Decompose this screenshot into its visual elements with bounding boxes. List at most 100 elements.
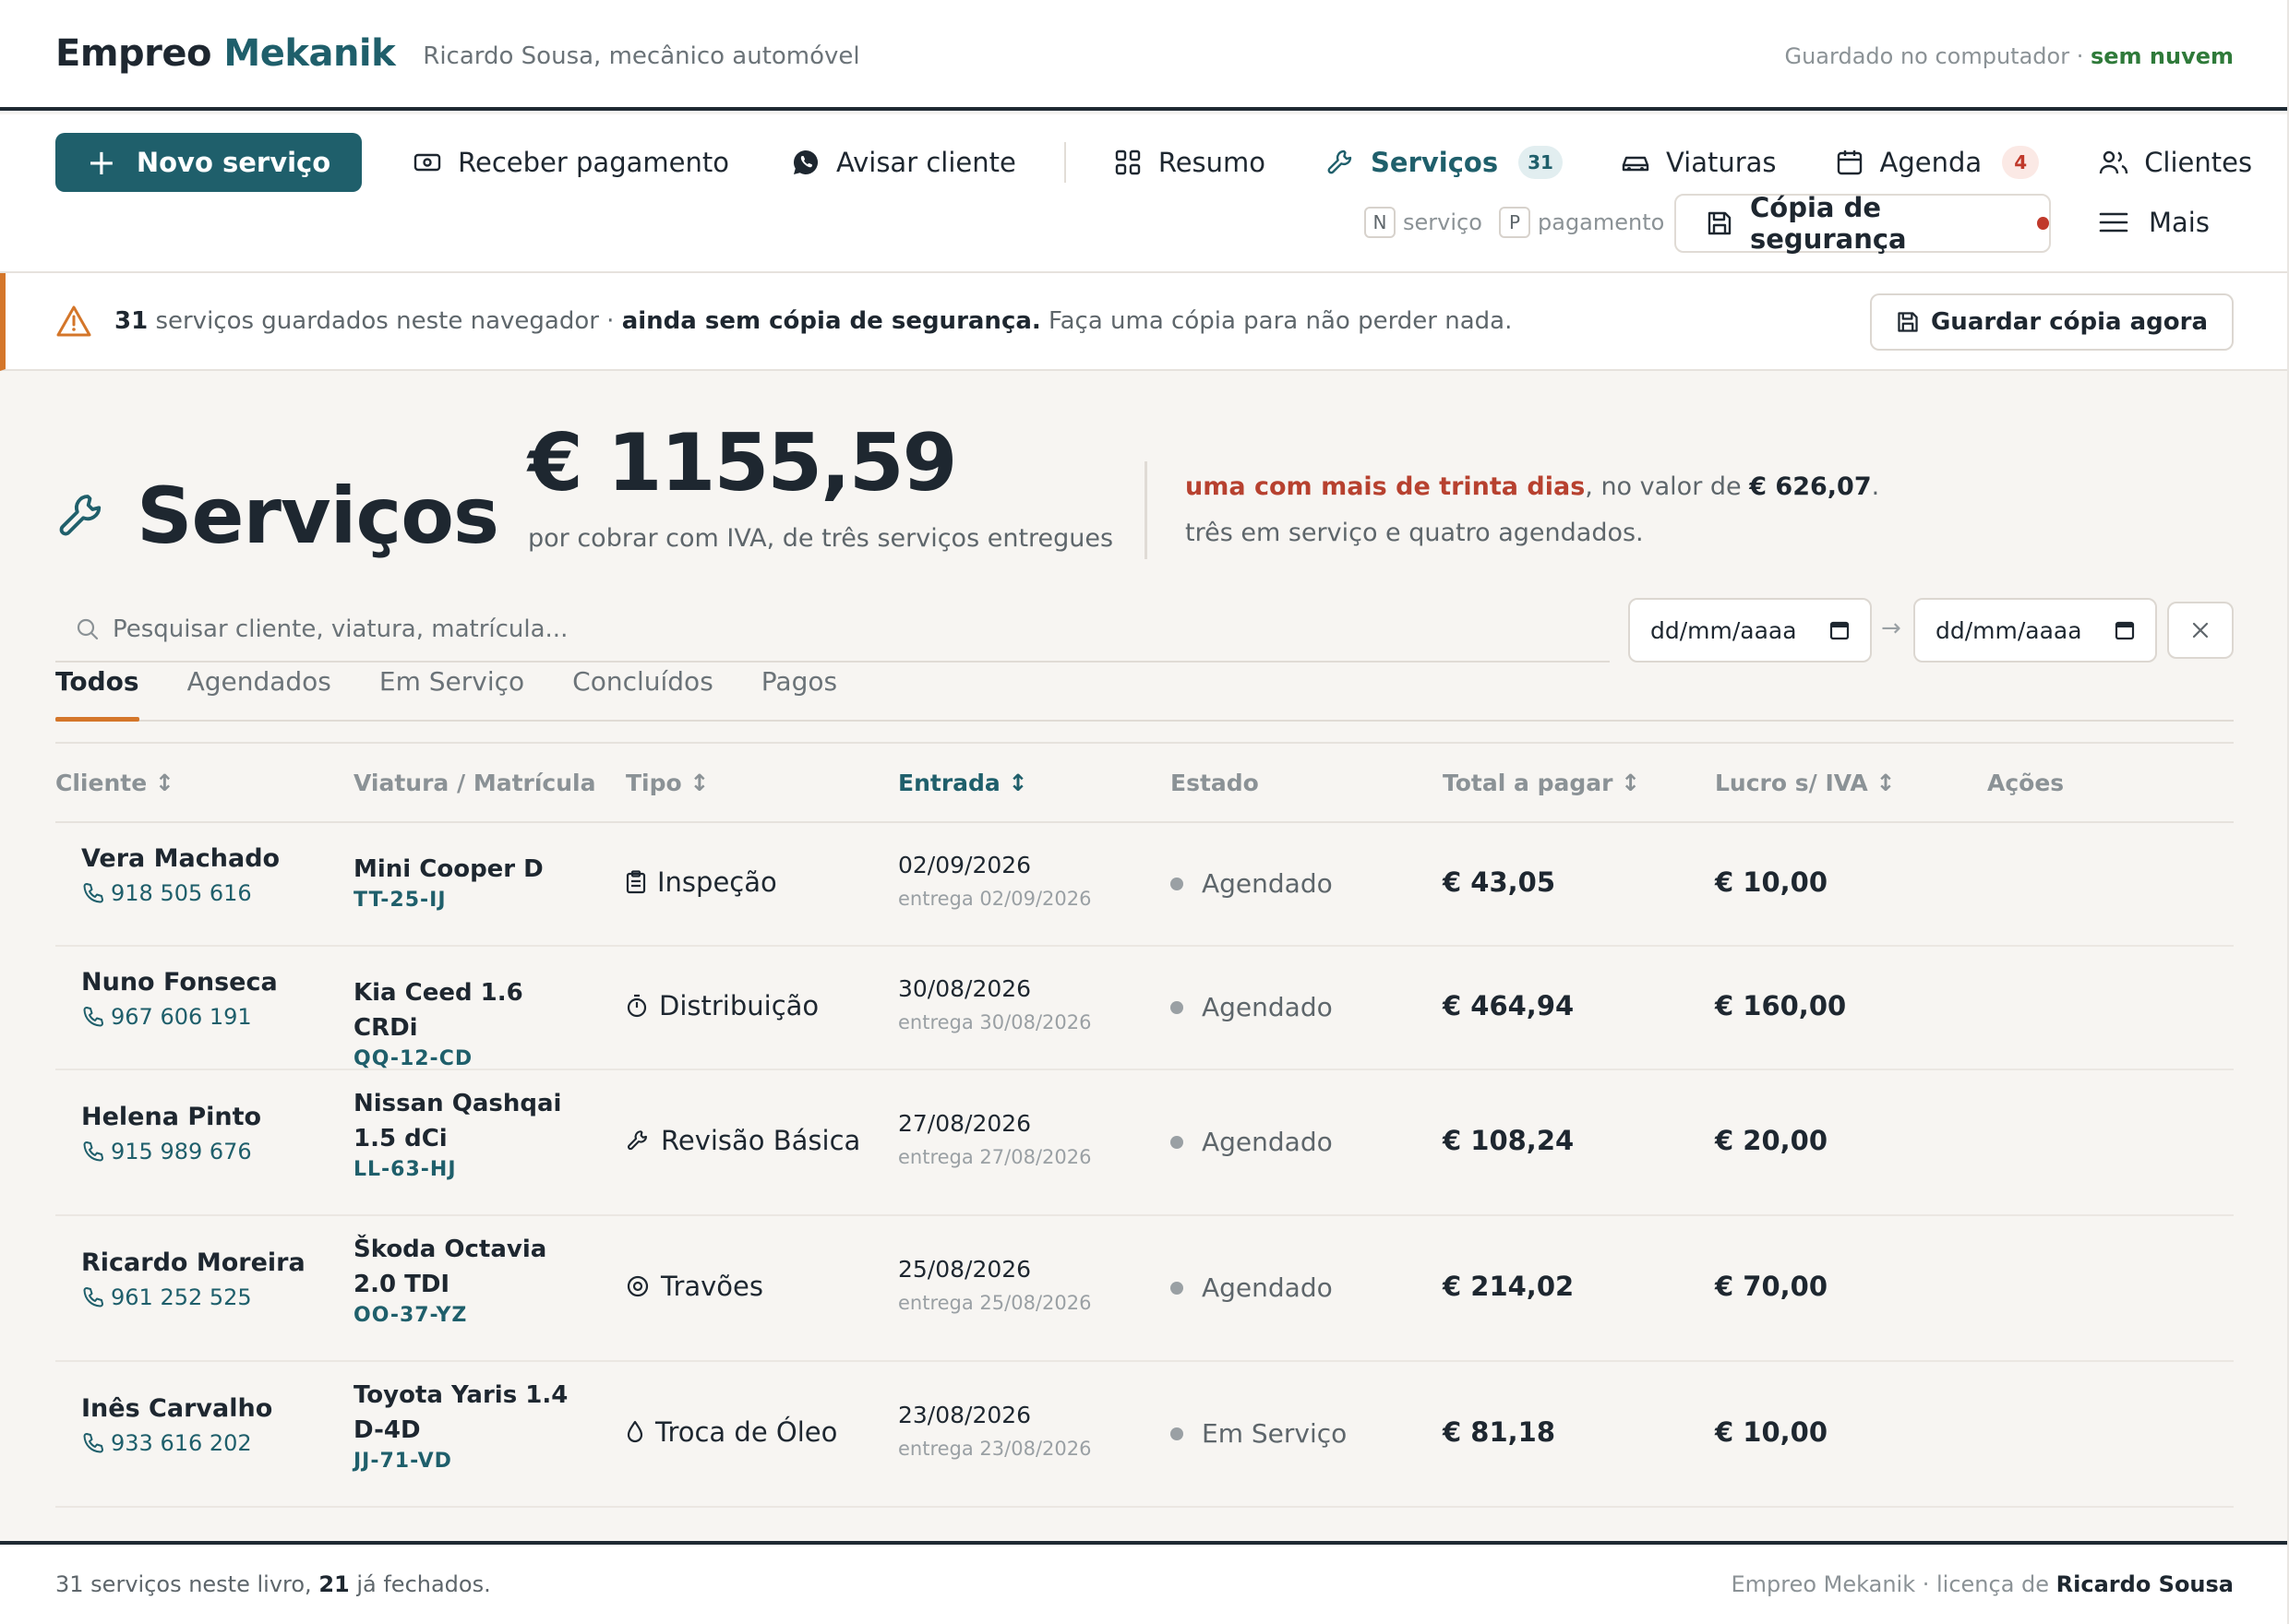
status-summary: três em serviço e quatro agendados.	[1185, 519, 1644, 547]
services-count-badge: 31	[1518, 146, 1563, 179]
date-to-input[interactable]: dd/mm/aaaa	[1913, 598, 2157, 663]
search-bar	[55, 598, 1610, 663]
status-dot	[1170, 1281, 1183, 1295]
column-profit[interactable]: Lucro s/ IVA ↕	[1715, 770, 1895, 796]
receivable-description: por cobrar com IVA, de três serviços ent…	[528, 524, 1114, 553]
table-header: Cliente ↕ Viatura / Matrícula Tipo ↕ Ent…	[55, 742, 2234, 823]
agenda-count-badge: 4	[2002, 146, 2040, 179]
client-phone-number: 918 505 616	[111, 880, 252, 906]
vehicle-name: Kia Ceed 1.6 CRDi	[354, 979, 523, 1042]
calendar-icon	[1829, 620, 1850, 640]
save-disk-icon	[1706, 209, 1733, 237]
column-vehicle: Viatura / Matrícula	[354, 770, 596, 796]
nav-services[interactable]: Serviços 31	[1324, 146, 1563, 179]
column-total[interactable]: Total a pagar ↕	[1443, 770, 1640, 796]
vehicle-plate[interactable]: JJ-71-VD	[354, 1450, 584, 1473]
phone-icon	[81, 1285, 111, 1309]
toolbar-actions: + Novo serviço Receber pagamento Avisar …	[55, 133, 2252, 192]
client-cell: Inês Carvalho 933 616 202	[81, 1394, 272, 1456]
clear-filters-button[interactable]	[2167, 602, 2234, 659]
save-status: Guardado no computador · sem nuvem	[1785, 43, 2235, 69]
client-name[interactable]: Inês Carvalho	[81, 1394, 272, 1423]
new-service-button[interactable]: + Novo serviço	[55, 133, 363, 192]
save-backup-now-label: Guardar cópia agora	[1930, 308, 2208, 336]
client-phone[interactable]: 918 505 616	[81, 880, 280, 906]
tab-paid[interactable]: Pagos	[761, 663, 837, 720]
vehicle-plate[interactable]: OO-37-YZ	[354, 1304, 584, 1327]
tab-scheduled[interactable]: Agendados	[187, 663, 331, 720]
date-from-value: dd/mm/aaaa	[1650, 616, 1797, 644]
clipboard-icon	[626, 870, 646, 894]
column-type[interactable]: Tipo ↕	[626, 770, 709, 796]
warning-icon	[55, 304, 92, 338]
kbd-p: P	[1499, 207, 1530, 238]
service-type-label: Inspeção	[657, 866, 777, 898]
whatsapp-icon	[790, 147, 821, 178]
nav-clients[interactable]: Clientes	[2098, 147, 2252, 178]
client-name[interactable]: Nuno Fonseca	[81, 968, 278, 997]
license-prefix: Empreo Mekanik · licença de	[1731, 1571, 2056, 1597]
table-row[interactable]: Vera Machado 918 505 616 Mini Cooper D T…	[55, 823, 2234, 947]
client-phone[interactable]: 933 616 202	[81, 1430, 272, 1456]
client-phone-number: 933 616 202	[111, 1430, 252, 1456]
total-amount: € 214,02	[1443, 1271, 1575, 1302]
service-type: Travões	[626, 1271, 763, 1302]
client-phone[interactable]: 967 606 191	[81, 1004, 278, 1030]
drop-icon	[626, 1420, 644, 1444]
delivery-date: entrega 02/09/2026	[898, 888, 1092, 910]
service-type: Inspeção	[626, 866, 777, 898]
profit-amount: € 10,00	[1715, 1416, 1828, 1448]
toolbar-divider	[1063, 142, 1066, 183]
table-row[interactable]: Nuno Fonseca 967 606 191 Kia Ceed 1.6 CR…	[55, 947, 2234, 1070]
more-menu-button[interactable]: Mais	[2099, 207, 2210, 238]
phone-icon	[81, 1140, 111, 1164]
search-input[interactable]	[113, 615, 1497, 643]
table-body: Vera Machado 918 505 616 Mini Cooper D T…	[55, 823, 2234, 1508]
overdue-value: € 626,07	[1749, 472, 1872, 501]
phone-icon	[81, 1005, 111, 1029]
backup-warning-dot	[2037, 217, 2049, 230]
status-label: Agendado	[1202, 868, 1333, 899]
client-phone[interactable]: 961 252 525	[81, 1284, 306, 1310]
total-amount: € 464,94	[1443, 990, 1575, 1021]
date-from-input[interactable]: dd/mm/aaaa	[1628, 598, 1872, 663]
timer-icon	[626, 994, 648, 1018]
entry-date: 02/09/2026	[898, 852, 1032, 878]
nav-summary-label: Resumo	[1157, 147, 1266, 178]
notify-client-label: Avisar cliente	[835, 147, 1016, 178]
nav-summary[interactable]: Resumo	[1112, 147, 1265, 178]
tab-all[interactable]: Todos	[55, 663, 139, 722]
column-client[interactable]: Cliente ↕	[55, 770, 174, 796]
nav-vehicles[interactable]: Viaturas	[1620, 147, 1777, 178]
table-row[interactable]: Ricardo Moreira 961 252 525 Škoda Octavi…	[55, 1216, 2234, 1362]
save-status-prefix: Guardado no computador ·	[1784, 43, 2091, 69]
services-table: Cliente ↕ Viatura / Matrícula Tipo ↕ Ent…	[55, 742, 2234, 1508]
vehicle-plate[interactable]: TT-25-IJ	[354, 889, 584, 912]
tab-completed[interactable]: Concluídos	[572, 663, 713, 720]
column-entry[interactable]: Entrada ↕	[898, 770, 1027, 796]
vehicle-plate[interactable]: QQ-12-CD	[354, 1047, 584, 1070]
vehicle-name: Nissan Qashqai 1.5 dCi	[354, 1090, 562, 1152]
save-backup-now-button[interactable]: Guardar cópia agora	[1869, 293, 2234, 351]
phone-icon	[81, 1431, 111, 1455]
entry-cell: 30/08/2026 entrega 30/08/2026	[898, 975, 1091, 1033]
status-label: Em Serviço	[1202, 1418, 1348, 1449]
date-range-arrow: →	[1881, 615, 1901, 642]
client-name[interactable]: Vera Machado	[81, 844, 280, 873]
service-type-label: Travões	[661, 1271, 764, 1302]
notify-client-button[interactable]: Avisar cliente	[790, 147, 1016, 178]
table-row[interactable]: Helena Pinto 915 989 676 Nissan Qashqai …	[55, 1070, 2234, 1216]
receive-payment-button[interactable]: Receber pagamento	[412, 147, 729, 178]
vehicle-plate[interactable]: LL-63-HJ	[354, 1158, 584, 1181]
vehicle-cell: Toyota Yaris 1.4 D-4D JJ-71-VD	[354, 1378, 584, 1473]
plus-icon: +	[87, 142, 116, 183]
tab-in-service[interactable]: Em Serviço	[379, 663, 524, 720]
table-row[interactable]: Inês Carvalho 933 616 202 Toyota Yaris 1…	[55, 1362, 2234, 1508]
brand-main: Empreo	[55, 32, 211, 75]
client-name[interactable]: Helena Pinto	[81, 1103, 261, 1131]
nav-agenda[interactable]: Agenda 4	[1834, 146, 2040, 179]
client-phone[interactable]: 915 989 676	[81, 1139, 261, 1164]
backup-button[interactable]: Cópia de segurança	[1674, 192, 2051, 255]
client-name[interactable]: Ricardo Moreira	[81, 1248, 306, 1277]
page-title: Serviços	[55, 471, 499, 561]
